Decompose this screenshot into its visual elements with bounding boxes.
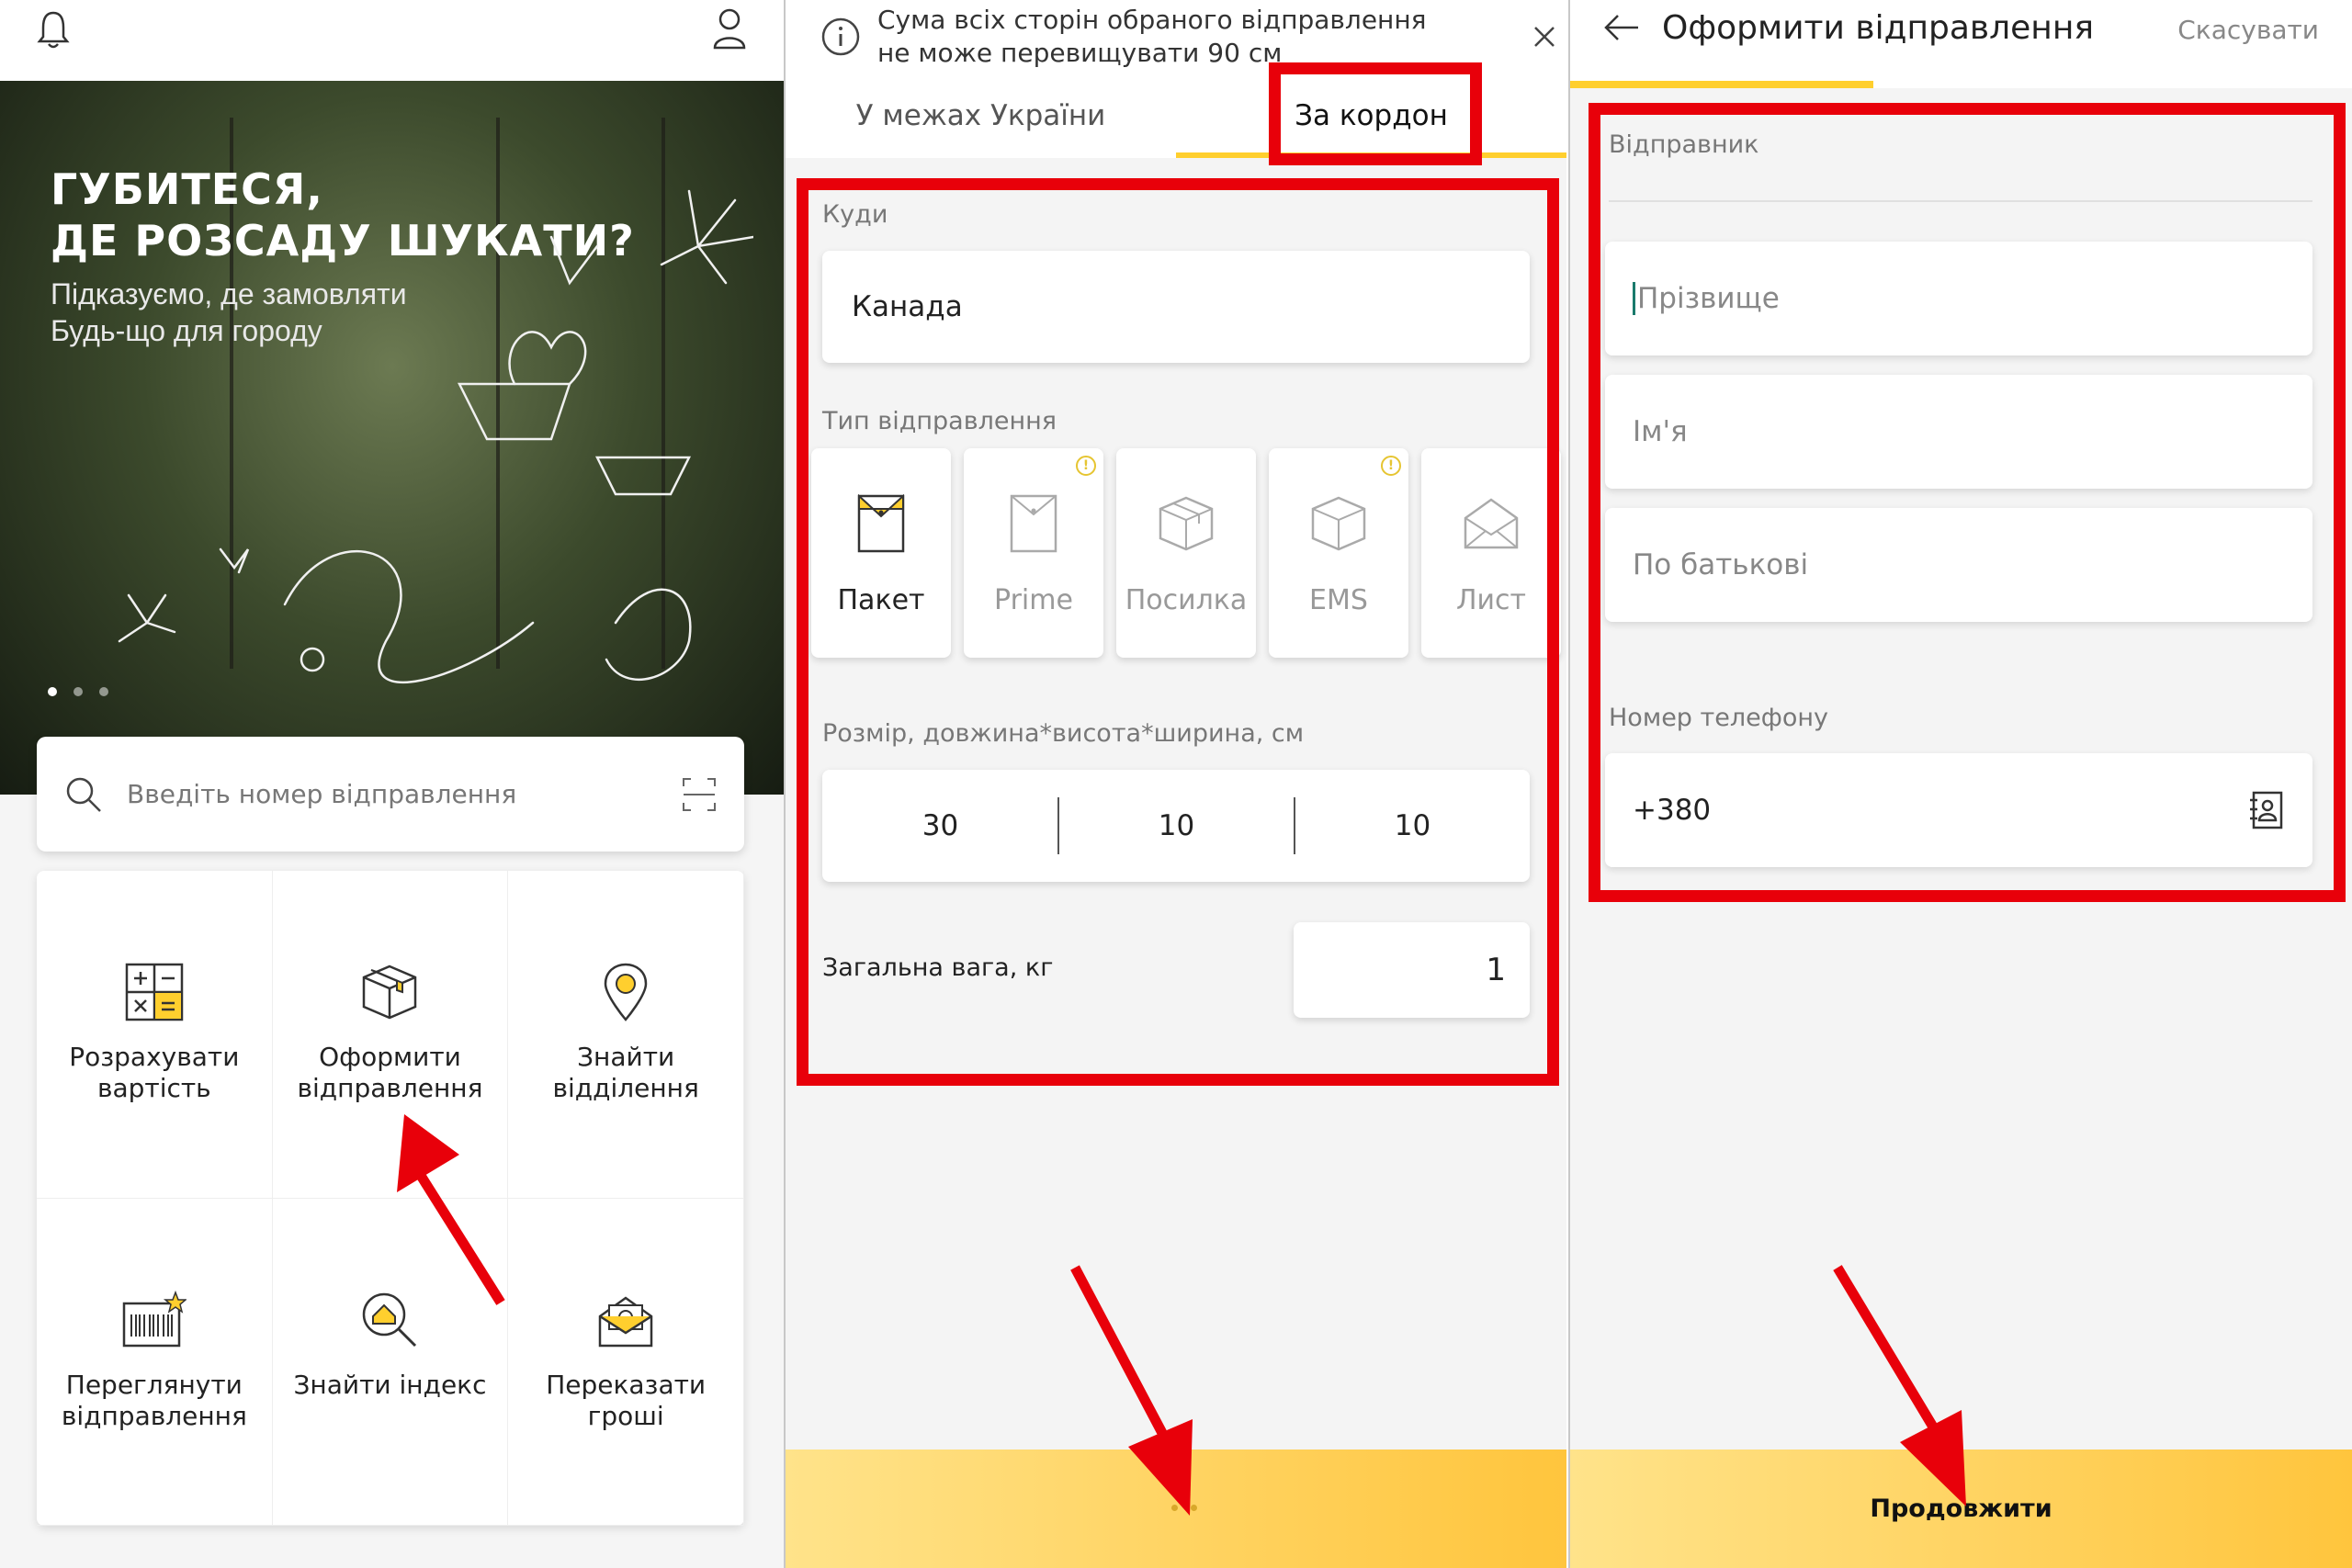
info-text: Сума всіх сторін обраного відправлення н… — [877, 5, 1427, 68]
tile-calculate-cost[interactable]: Розрахувати вартість — [37, 871, 273, 1199]
search-input[interactable]: Введіть номер відправлення — [127, 779, 682, 809]
actions-grid: Розрахувати вартість Оформити відправлен… — [37, 871, 744, 1526]
loading-dots — [1171, 1505, 1197, 1511]
continue-label: Продовжити — [1870, 1495, 2052, 1523]
tile-label: Розрахувати вартість — [69, 1042, 240, 1103]
header: Оформити відправлення Скасувати — [1570, 0, 2352, 88]
tile-find-index[interactable]: Знайти індекс — [272, 1198, 509, 1526]
tile-find-office[interactable]: Знайти відділення — [508, 871, 744, 1199]
tile-label: Знайти індекс — [293, 1369, 487, 1400]
info-icon — [821, 17, 860, 56]
top-bar — [0, 0, 784, 81]
tracking-search[interactable]: Введіть номер відправлення — [37, 737, 744, 852]
calculator-icon — [125, 963, 184, 1021]
user-icon[interactable] — [713, 7, 746, 50]
annotation-box-tab — [1269, 62, 1482, 165]
carousel-dots[interactable] — [48, 687, 108, 696]
tile-view-shipments[interactable]: Переглянути відправлення — [37, 1198, 273, 1526]
close-icon[interactable] — [1532, 24, 1557, 50]
scan-icon[interactable] — [682, 777, 717, 812]
bottom-action-bar[interactable] — [786, 1450, 1566, 1568]
tile-label: Знайти відділення — [552, 1042, 699, 1103]
box-icon — [363, 964, 417, 1020]
cancel-button[interactable]: Скасувати — [2177, 15, 2319, 45]
envelope-money-icon — [598, 1295, 653, 1347]
tile-label: Оформити відправлення — [297, 1042, 483, 1103]
progress-bar — [1570, 81, 1873, 88]
bell-icon[interactable] — [37, 9, 70, 50]
promo-banner[interactable]: ГУБИТЕСЯ, ДЕ РОЗСАДУ ШУКАТИ? Підказуємо,… — [0, 81, 784, 795]
location-pin-icon — [604, 963, 648, 1021]
tile-label: Переглянути відправлення — [61, 1369, 247, 1431]
tile-transfer-money[interactable]: Переказати гроші — [508, 1198, 744, 1526]
tile-create-shipment[interactable]: Оформити відправлення — [272, 871, 509, 1199]
page-title: Оформити відправлення — [1662, 9, 2095, 47]
annotation-box-sender — [1589, 103, 2346, 902]
back-arrow-icon[interactable] — [1603, 13, 1640, 42]
continue-button[interactable]: Продовжити — [1570, 1450, 2352, 1568]
search-house-icon — [363, 1292, 417, 1347]
barcode-icon — [122, 1290, 187, 1347]
annotation-box-form — [797, 178, 1559, 1086]
tile-label: Переказати гроші — [546, 1369, 707, 1431]
search-icon — [66, 777, 101, 812]
home-screen: ГУБИТЕСЯ, ДЕ РОЗСАДУ ШУКАТИ? Підказуємо,… — [0, 0, 784, 1568]
tab-domestic[interactable]: У межах України — [786, 73, 1176, 158]
plant-doodles — [118, 189, 753, 684]
